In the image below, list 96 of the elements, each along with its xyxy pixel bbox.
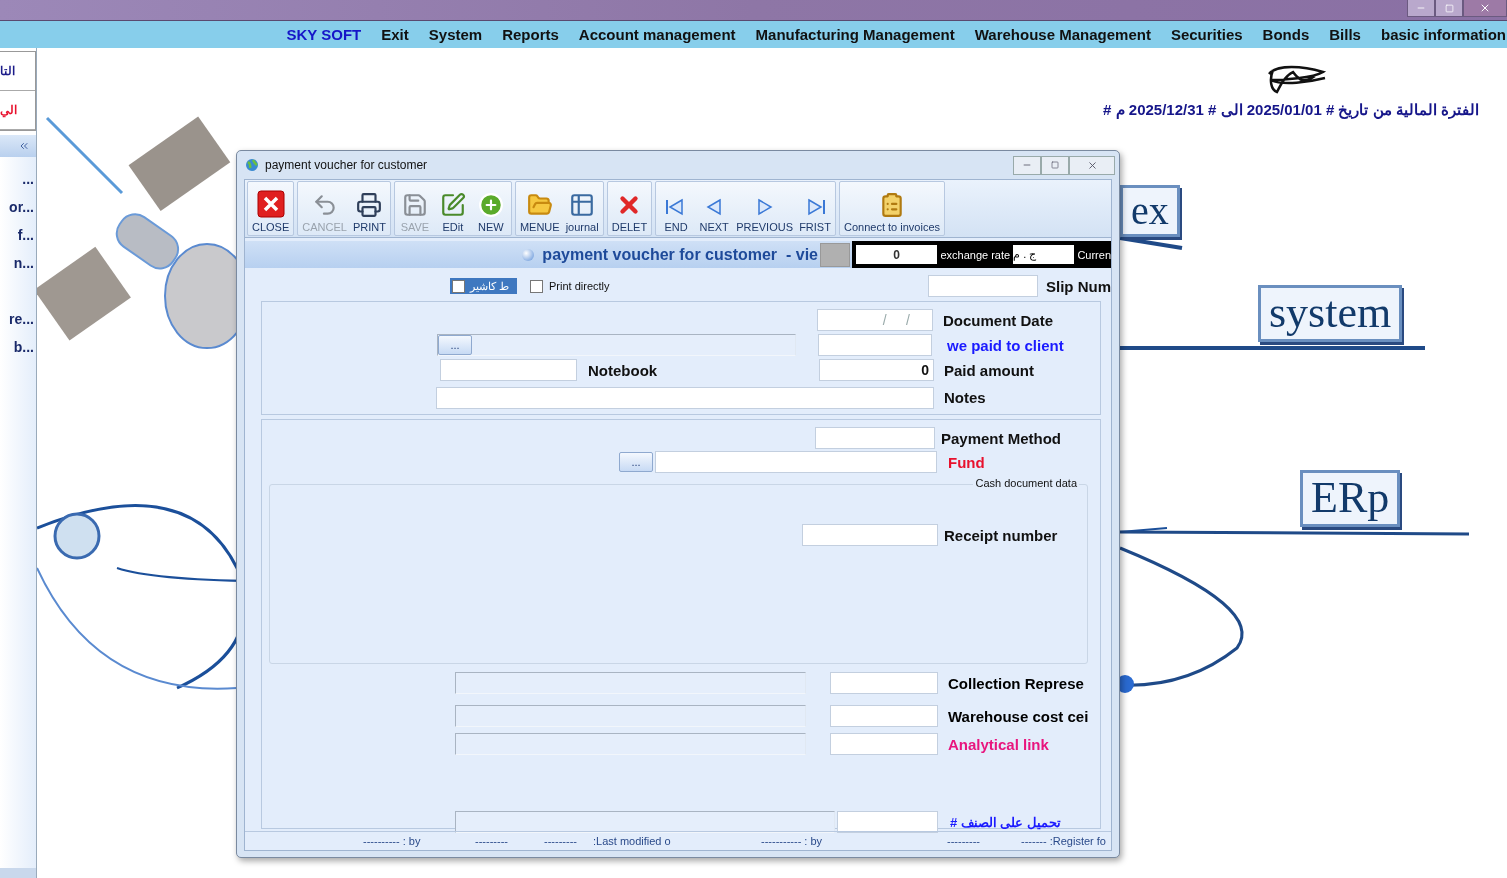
toolbar-button[interactable]: NEW	[471, 182, 510, 235]
backdrop-label: ERp	[1300, 470, 1401, 527]
browse-button[interactable]: ...	[619, 452, 653, 472]
link-code-field[interactable]	[830, 672, 938, 694]
audit-text: ---------	[475, 835, 509, 847]
backdrop-label: system	[1258, 285, 1403, 342]
minimize-icon[interactable]	[1013, 155, 1041, 175]
toolbar-button[interactable]: END	[657, 182, 696, 235]
menu-item[interactable]: Bills	[1329, 26, 1361, 43]
menu-item[interactable]: Exit	[381, 26, 409, 43]
menu-item[interactable]: Account management	[578, 26, 736, 43]
menu-item[interactable]: Bonds	[1262, 26, 1310, 43]
toolbar-button[interactable]: NEXT	[695, 182, 734, 235]
sidebar-item[interactable]: f...	[0, 221, 36, 249]
restore-icon[interactable]	[1435, 0, 1463, 17]
window-title: payment voucher for customer	[265, 158, 428, 172]
financial-period: الفترة المالية من تاريخ # 2025/01/01 الى # 2025/12/31 م #	[1103, 101, 1479, 119]
browse-button[interactable]: ...	[438, 335, 472, 355]
cashier-checkbox[interactable]: ط كاشير	[450, 278, 517, 294]
sidebar-item[interactable]: b...	[0, 333, 36, 361]
audit-text: ---------- : by	[363, 835, 422, 847]
globe-icon	[245, 158, 259, 172]
exchange-rate-label: exchange rate	[940, 248, 1011, 261]
toolbar-button[interactable]: PREVIOUS	[733, 182, 796, 235]
toolbar-button[interactable]: DELET	[608, 182, 651, 235]
print-checkbox[interactable]: Print directly	[530, 279, 610, 293]
close-icon[interactable]	[1463, 0, 1507, 17]
field-label: Notebook	[588, 361, 659, 379]
audit-text: :Last modified o	[593, 835, 672, 847]
paid-amount-field[interactable]: 0	[819, 359, 934, 381]
toolbar-button[interactable]: journal	[562, 182, 602, 235]
audit-text: ---------	[947, 835, 981, 847]
field-label: Paid amount	[944, 361, 1034, 379]
field-label: Warehouse cost cei	[948, 707, 1089, 725]
folder-icon	[526, 192, 553, 218]
field-label: Collection Represe	[948, 674, 1084, 692]
receipt-number-field[interactable]	[802, 524, 938, 546]
audit-text: ----------- : by	[761, 835, 824, 847]
notebook-field[interactable]	[440, 359, 577, 381]
sidebar-tab[interactable]: الي	[0, 91, 35, 130]
plus-icon	[477, 192, 504, 218]
field-label: Document Date	[943, 311, 1054, 329]
field-label: Fund	[948, 453, 985, 471]
menu-item[interactable]: Reports	[502, 26, 559, 43]
sidebar-item[interactable]: re...	[0, 305, 36, 333]
field-label: Analytical link	[948, 735, 1049, 753]
close-icon	[256, 190, 285, 218]
edit-icon	[439, 192, 466, 218]
sidebar-tab[interactable]: التا	[0, 52, 35, 91]
audit-text: ------- :Register fo	[1021, 835, 1107, 847]
form-title: payment voucher for customer - vie	[542, 245, 818, 264]
minimize-icon[interactable]	[1407, 0, 1435, 17]
toolbar-button[interactable]: PRINT	[349, 182, 389, 235]
field-label: Payment Method	[941, 429, 1061, 447]
app-brand: SKY SOFT	[286, 26, 362, 43]
sidebar-item[interactable]: n...	[0, 249, 36, 277]
menu-item[interactable]: System	[428, 26, 483, 43]
table-icon	[569, 192, 596, 218]
notes-field[interactable]	[436, 386, 934, 409]
payment-method-field[interactable]	[815, 427, 935, 449]
lookup-button[interactable]	[820, 242, 850, 267]
toolbar-button[interactable]: FRIST	[796, 182, 834, 235]
bullet-icon	[522, 248, 535, 261]
client-field[interactable]	[818, 334, 932, 356]
close-icon[interactable]	[1069, 155, 1115, 175]
menu-item[interactable]: basic information	[1380, 26, 1506, 43]
menu-item[interactable]: Securities	[1170, 26, 1243, 43]
backdrop-label: ex	[1120, 185, 1180, 237]
audit-text: ---------	[544, 835, 578, 847]
slip-number-field[interactable]	[928, 275, 1038, 297]
field-label: تحميل على الصنف #	[950, 814, 1062, 830]
menu-item[interactable]: Manufacturing Management	[755, 26, 955, 43]
group-legend: Cash document data	[973, 477, 1079, 489]
currency-label: Curren	[1077, 248, 1111, 261]
menu-item[interactable]: Warehouse Management	[974, 26, 1151, 43]
toolbar-button[interactable]: MENUE	[516, 182, 563, 235]
currency-field[interactable]: ج . م	[1013, 245, 1075, 264]
toolbar-button[interactable]: CLOSE	[249, 182, 293, 235]
sidebar-item[interactable]: or...	[0, 193, 36, 221]
clipboard-icon	[879, 192, 905, 218]
toolbar-button[interactable]: Connect to invoices	[841, 182, 943, 235]
field-label: Notes	[944, 389, 986, 406]
item-field[interactable]	[837, 811, 938, 833]
maximize-icon[interactable]	[1041, 155, 1069, 175]
sidebar-item[interactable]: ...	[0, 165, 36, 193]
fund-field[interactable]	[655, 451, 937, 473]
link-code-field[interactable]	[830, 733, 938, 755]
floppy-icon	[401, 192, 428, 218]
printer-icon	[356, 192, 383, 218]
exchange-rate-field[interactable]: 0	[856, 245, 938, 264]
field-label: Receipt number	[944, 526, 1058, 544]
field-label: we paid to client	[947, 336, 1064, 354]
link-code-field[interactable]	[830, 705, 938, 727]
field-label: Slip Num	[1046, 277, 1111, 295]
collapse-icon[interactable]	[18, 140, 30, 152]
toolbar-button[interactable]: EDit	[433, 182, 472, 235]
